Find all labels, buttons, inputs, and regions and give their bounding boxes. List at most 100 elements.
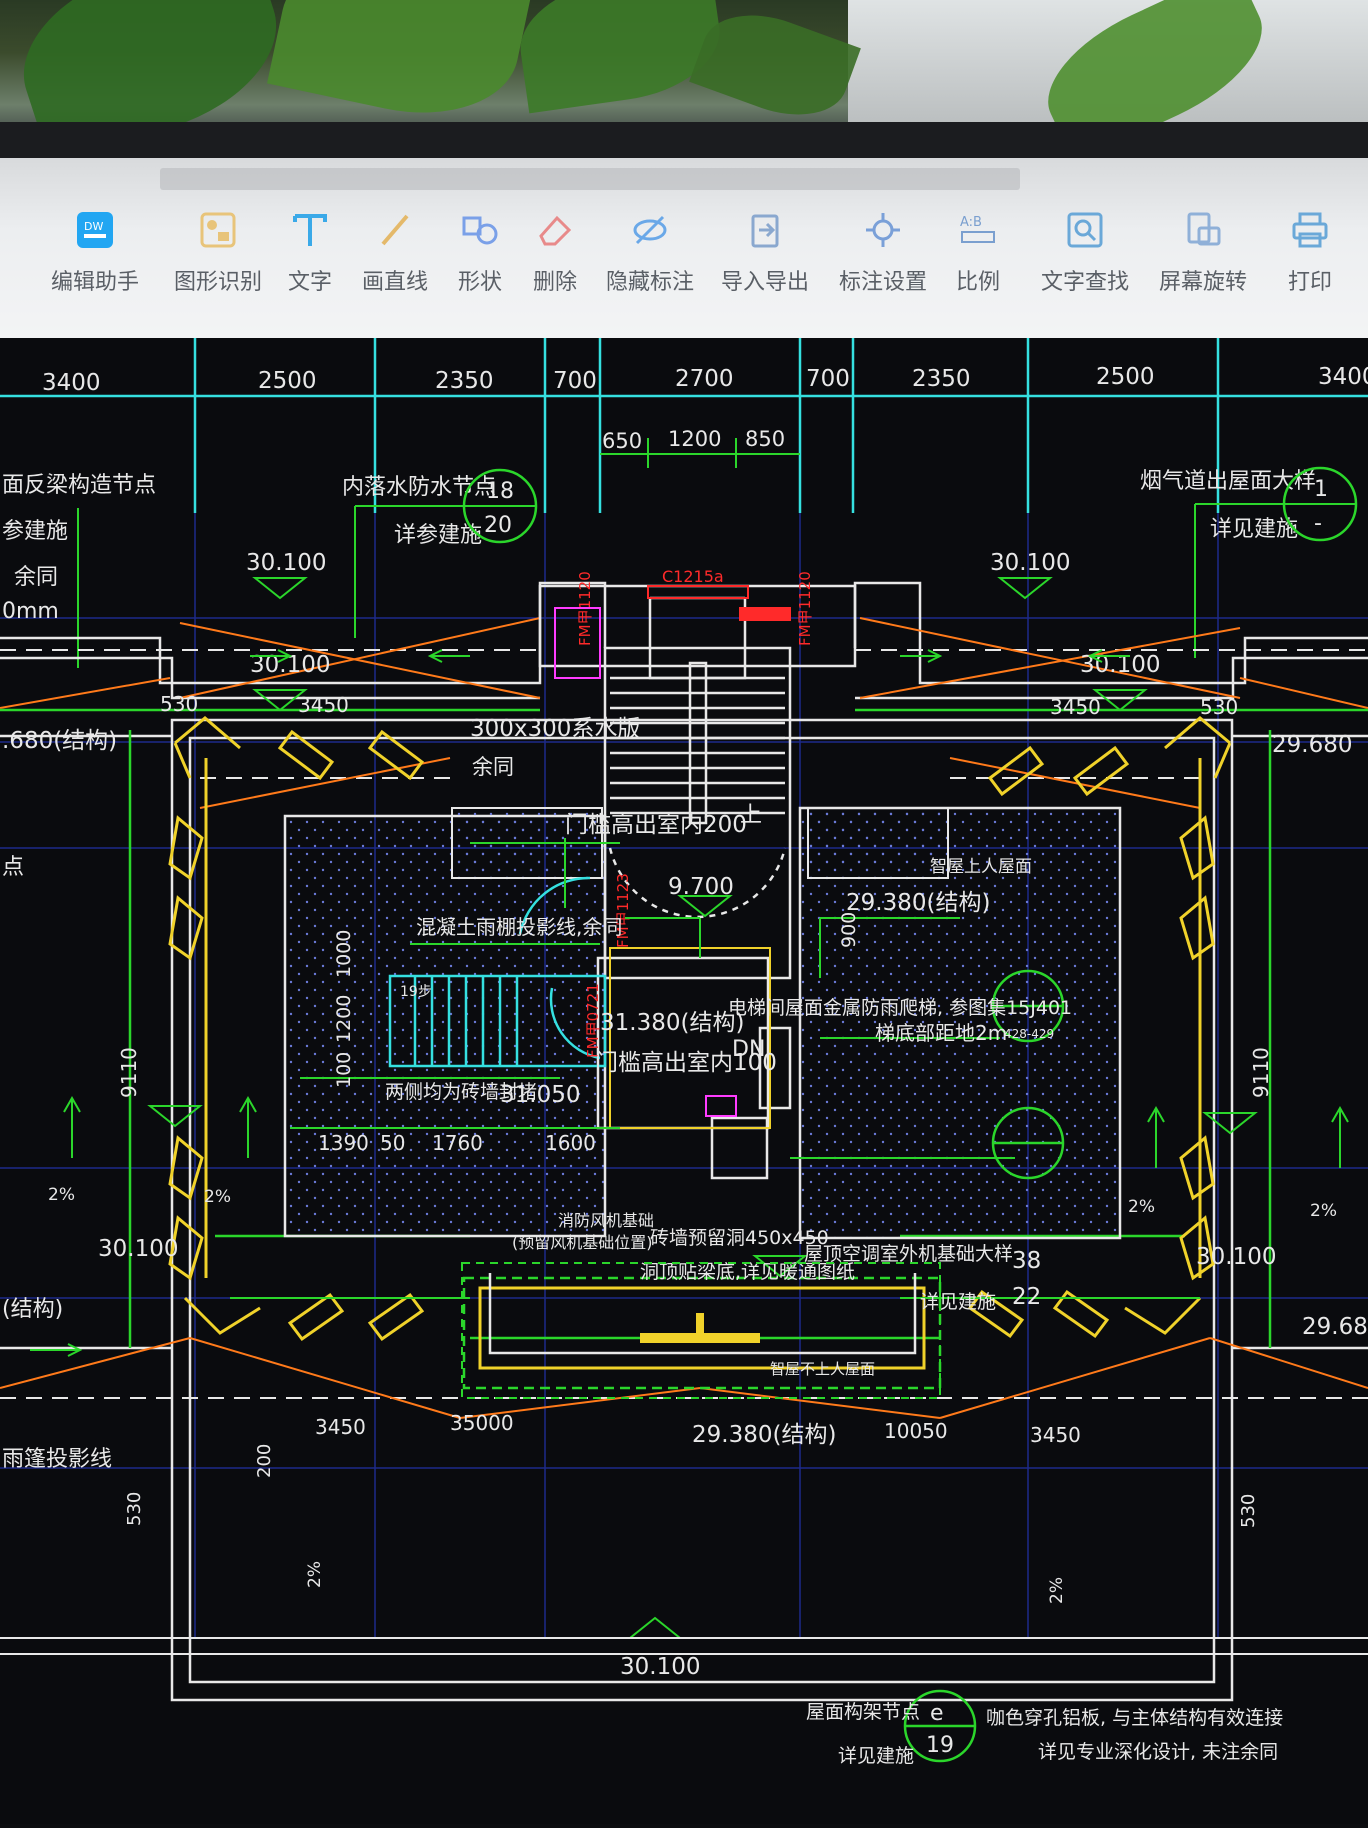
window-title-bar [160, 168, 1020, 190]
elevation-label: 30.100 [98, 1236, 178, 1262]
callout-number: 1 [1314, 477, 1328, 502]
top-dimension-labels: 3400 2500 2350 700 2700 700 2350 2500 34… [42, 364, 1368, 396]
stair-direction: 上 [740, 803, 762, 828]
callout-number: 20 [484, 513, 512, 538]
elevation-label: 29.380(结构) [846, 890, 990, 916]
dim-label: 10050 [884, 1419, 948, 1443]
slope-label: 2% [305, 1561, 325, 1588]
slope-label: 2% [1047, 1577, 1067, 1604]
tool-label: 画直线 [361, 270, 428, 295]
callout-ref: 428-429 [1004, 1027, 1054, 1041]
callout-label: 屋面构架节点 [806, 1701, 920, 1723]
dim-label: 50 [380, 1131, 405, 1155]
slope-label: 2% [204, 1187, 231, 1207]
tool-edit-assistant[interactable]: DW 编辑助手 [40, 208, 150, 308]
dim-label: 2700 [675, 366, 734, 392]
tool-annotation-settings[interactable]: 标注设置 [828, 208, 938, 308]
elevation-label: .680(结构) [2, 728, 117, 754]
tool-delete[interactable]: 删除 [500, 208, 610, 308]
dim-label: 1200 [333, 995, 355, 1043]
callout-number: 38 [1012, 1248, 1041, 1274]
note: 0mm [2, 599, 59, 624]
elevation-label: 30.100 [990, 550, 1070, 576]
dim-label: 530 [124, 1492, 145, 1526]
dim-label: 2350 [912, 366, 971, 392]
hide-annotation-icon [628, 208, 672, 252]
note: 19步 [400, 984, 432, 1000]
detail-callout-left: 内落水防水节点 详参建施 18 20 [342, 468, 538, 638]
dim-label: 3450 [1030, 1423, 1081, 1447]
cad-drawing-canvas[interactable]: 3400 2500 2350 700 2700 700 2350 2500 34… [0, 338, 1368, 1824]
note: 砖墙预留洞450x450 [650, 1227, 829, 1249]
note: 点 [2, 855, 24, 880]
elevation-label: 29.680 [1302, 1314, 1368, 1340]
plant-leaf [512, 0, 728, 114]
dim-label: 700 [553, 368, 597, 394]
window-tag: C1215a [662, 567, 724, 586]
tool-label: 文字查找 [1040, 270, 1129, 295]
tool-import-export[interactable]: 导入导出 [710, 208, 820, 308]
dim-label: 700 [806, 366, 850, 392]
tool-screen-rotate[interactable]: 屏幕旋转 [1148, 208, 1258, 308]
tool-label: 形状 [457, 270, 502, 295]
note: 梯底部距地2m [875, 1021, 1007, 1045]
note: 参建施 [2, 519, 68, 544]
dim-label: 1760 [432, 1131, 483, 1155]
tool-label: 文字 [287, 270, 332, 295]
dim-label: 1600 [545, 1131, 596, 1155]
toolbar-item-partial[interactable]: 化 [0, 208, 12, 308]
tool-label: 屏幕旋转 [1158, 270, 1247, 295]
dim-label: 100 [333, 1052, 355, 1088]
dim-label: 200 [254, 1444, 275, 1478]
annotation-settings-icon [861, 208, 905, 252]
dim-label: 1390 [318, 1131, 369, 1155]
tool-scale[interactable]: A:B 比例 [923, 208, 1033, 308]
dim-label: 3450 [298, 693, 349, 717]
tool-hide-annotation[interactable]: 隐藏标注 [595, 208, 705, 308]
dim-label: 530 [1200, 695, 1238, 719]
elevation-label: 30.100 [1196, 1244, 1276, 1270]
tool-label: 标注设置 [838, 270, 927, 295]
red-door-frames [647, 585, 791, 621]
note: 面反梁构造节点 [2, 473, 156, 498]
note: (预留风机基础位置) [512, 1233, 653, 1252]
tool-label: 打印 [1287, 270, 1332, 295]
callout-number: 22 [1012, 1284, 1041, 1310]
note: 智屋上人屋面 [930, 857, 1032, 877]
note: 300x300系水版 [470, 716, 640, 742]
dim-label: 2350 [435, 368, 494, 394]
dim-label: 9110 [117, 1047, 141, 1098]
shape-recognition-icon [196, 208, 240, 252]
bottom-border [0, 1637, 1368, 1655]
note: 咖色穿孔铝板, 与主体结构有效连接 [986, 1707, 1283, 1729]
import-export-icon [743, 208, 787, 252]
slope-label: 2% [1128, 1197, 1155, 1217]
plant-leaf [267, 0, 533, 134]
note: 详见专业深化设计, 未注余同 [1038, 1741, 1278, 1763]
dim-label: 3400 [42, 370, 101, 396]
callout-number: - [1314, 511, 1322, 536]
note: 智屋不上人屋面 [770, 1360, 875, 1378]
cad-drawing: 3400 2500 2350 700 2700 700 2350 2500 34… [0, 338, 1368, 1767]
tool-print[interactable]: 打印 [1255, 208, 1365, 308]
callout-ref: 详见建施 [838, 1745, 914, 1767]
detail-callout-right: 烟气道出屋面大样 详见建施 1 - [1140, 466, 1358, 658]
dim-label: 650 [602, 429, 642, 453]
tool-text-search[interactable]: 文字查找 [1030, 208, 1140, 308]
callout-ref: 详见建施 [1210, 517, 1298, 542]
dim-label: 2500 [258, 368, 317, 394]
dim-label: 35000 [450, 1411, 514, 1435]
slope-label: 2% [48, 1185, 75, 1205]
elevation-label: 29.680 [1272, 732, 1352, 758]
elevation-label: 30.100 [246, 550, 326, 576]
note: 详见建施 [920, 1291, 996, 1313]
scale-icon: A:B [956, 208, 1000, 252]
monitor-bezel [0, 122, 1368, 158]
note: 电梯间屋面金属防雨爬梯, 参图集15J401 [728, 997, 1072, 1019]
partial-icon [0, 208, 4, 252]
shapes-icon [458, 208, 502, 252]
svg-text:A:B: A:B [960, 215, 982, 230]
text-icon [288, 208, 332, 252]
tool-label: 导入导出 [720, 270, 809, 295]
text-search-icon [1063, 208, 1107, 252]
